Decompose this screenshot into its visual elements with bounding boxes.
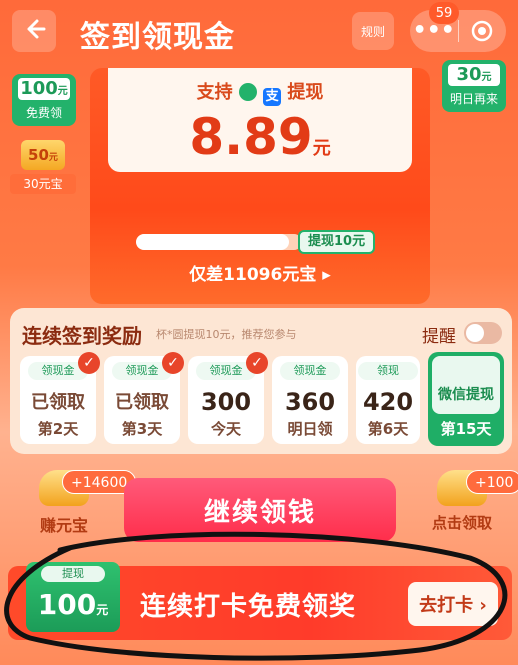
checkin-banner[interactable]: 提现 100元 连续打卡免费领奖 去打卡 › (8, 562, 512, 640)
checked-icon: ✓ (162, 352, 184, 374)
click-claim-label: 点击领取 (431, 514, 492, 532)
day-value: 已领取 (31, 392, 85, 413)
day-card: 领现金 360 明日领 (272, 356, 348, 444)
more-menu-icon[interactable]: ••• (410, 20, 458, 42)
continue-earn-button[interactable]: 继续领钱 (124, 478, 396, 542)
banner-text: 连续打卡免费领奖 (140, 592, 357, 622)
page-title: 签到领现金 (80, 20, 235, 55)
free-100-label: 免费领 (25, 106, 62, 120)
final-day-card[interactable]: 微信提现 第15天 (428, 352, 504, 446)
day-card: 领现金 已领取 第3天 ✓ (104, 352, 184, 444)
day-card: 领现金 300 今天 ✓ (188, 352, 268, 444)
ticket-amount: 100元 (37, 588, 109, 621)
day-label: 明日领 (287, 420, 333, 438)
day-card: 领现金 已领取 第2天 ✓ (20, 352, 100, 444)
day-tag: 领现金 (280, 362, 340, 380)
back-arrow-icon (22, 17, 46, 45)
alipay-icon: 支 (263, 88, 282, 106)
final-day-label: 第15天 (440, 420, 492, 438)
day-card: 领现 420 第6天 (356, 356, 420, 444)
day-label: 第2天 (37, 420, 79, 438)
checked-icon: ✓ (246, 352, 268, 374)
day-value: 已领取 (115, 392, 169, 413)
coin-50-amount: 50元 (21, 140, 65, 170)
day-value: 300 (200, 388, 252, 416)
signin-panel-title: 连续签到奖励 (22, 324, 142, 348)
earn-coins-label: 赚元宝 (39, 516, 88, 535)
day-label: 第3天 (121, 420, 163, 438)
notification-badge: 59 (429, 2, 459, 24)
free-100-card[interactable]: 100元 免费领 (12, 74, 76, 126)
withdraw-progress-fill (136, 234, 289, 250)
close-mini-program-icon[interactable] (458, 19, 506, 43)
ticket-tag: 提现 (41, 566, 105, 582)
tomorrow-30-amount: 30元 (448, 64, 500, 86)
wechat-withdraw-reward: 微信提现 (432, 356, 500, 414)
wechat-pay-icon (238, 83, 257, 101)
day-label: 第6天 (367, 420, 409, 438)
day-tag: 领现 (358, 362, 418, 380)
coin-50-label: 30元宝 (10, 174, 76, 194)
tomorrow-30-label: 明日再来 (449, 92, 498, 106)
back-button[interactable] (12, 10, 56, 52)
withdraw-progress-bar (136, 234, 302, 250)
envelope-paper: 支持 支 提现 8.89元 (108, 68, 412, 172)
go-checkin-button[interactable]: 去打卡 › (408, 582, 498, 626)
withdraw-ticket: 提现 100元 (26, 562, 120, 632)
day-value: 420 (362, 388, 414, 416)
withdraw-target-badge: 提现10元 (298, 230, 376, 254)
top-bar: 签到领现金 规则 ••• 59 (0, 0, 518, 62)
day-label: 今天 (210, 420, 241, 438)
remind-toggle[interactable] (464, 322, 502, 344)
remind-label: 提醒 (422, 327, 456, 347)
cash-envelope: 支持 支 提现 8.89元 提现10元 仅差11096元宝 ▸ (90, 68, 430, 304)
tomorrow-30-card[interactable]: 30元 明日再来 (442, 60, 506, 112)
day-value: 360 (284, 388, 336, 416)
signin-reward-panel: 连续签到奖励 杯*圆提现10元，推荐您参与 提醒 领现金 已领取 第2天 ✓ 领… (10, 308, 512, 454)
signin-panel-subtitle: 杯*圆提现10元，推荐您参与 (156, 328, 297, 341)
gap-to-withdraw-link[interactable]: 仅差11096元宝 ▸ (90, 260, 430, 285)
rules-button[interactable]: 规则 (352, 12, 394, 50)
claim-bubble: +100 (466, 470, 518, 494)
free-100-amount: 100元 (18, 78, 70, 100)
cash-amount: 8.89元 (189, 108, 331, 166)
coin-50-card[interactable]: 50元 30元宝 (10, 140, 76, 196)
withdraw-support-text: 支持 支 提现 (196, 82, 324, 106)
checked-icon: ✓ (78, 352, 100, 374)
